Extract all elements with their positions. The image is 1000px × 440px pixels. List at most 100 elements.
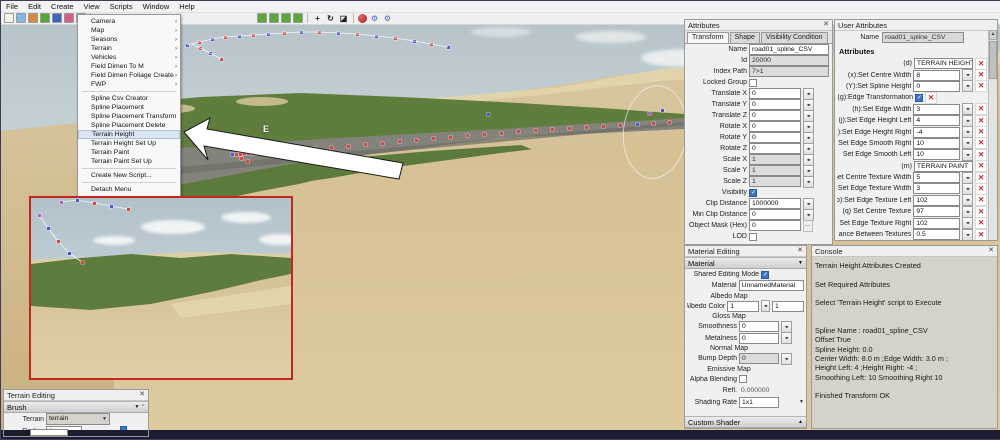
menu-item-spline-placement-transform[interactable]: Spline Placement Transform <box>78 112 180 121</box>
input-field[interactable]: 0 <box>739 321 779 332</box>
spline-point[interactable] <box>127 208 130 211</box>
favorites-icon[interactable] <box>64 13 74 23</box>
input-field[interactable]: 5 <box>913 172 960 183</box>
spinner-buttons[interactable]: ◂▸ <box>962 149 973 161</box>
menu-item-create-new-script[interactable]: Create New Script... <box>78 171 180 180</box>
foliage-erase-icon[interactable] <box>293 13 303 23</box>
input-field[interactable]: UnnamedMaterial <box>739 280 804 291</box>
spinner-buttons[interactable]: ◂▸ <box>761 300 770 312</box>
delete-attribute-button[interactable]: ✕ <box>975 172 987 184</box>
menubar-item-edit[interactable]: Edit <box>23 1 46 12</box>
menu-item-camera[interactable]: Camera› <box>78 17 180 26</box>
spline-point[interactable] <box>81 261 84 264</box>
spline-point[interactable] <box>76 199 79 202</box>
rotate-tool-icon[interactable]: ↻ <box>325 13 336 24</box>
filter-icon[interactable]: ▼ ⌃ <box>134 404 145 410</box>
close-icon[interactable]: ✕ <box>797 246 803 256</box>
input-field[interactable]: 0 <box>913 81 960 92</box>
input-field[interactable]: 0.5 <box>913 229 960 240</box>
scroll-thumb[interactable] <box>989 41 997 79</box>
close-icon[interactable]: ✕ <box>988 246 994 256</box>
menu-item-spline-placement[interactable]: Spline Placement <box>78 103 180 112</box>
delete-attribute-button[interactable]: ✕ <box>975 194 987 206</box>
scale-tool-icon[interactable]: ◪ <box>338 13 349 24</box>
delete-attribute-button[interactable]: ✕ <box>975 126 987 138</box>
spinner-buttons[interactable]: ◂▸ <box>781 332 792 344</box>
render-settings-icon[interactable]: ⚙ <box>369 13 380 24</box>
input-field[interactable]: 0 <box>739 333 779 344</box>
clipped-dropdown[interactable] <box>30 429 68 436</box>
checkbox[interactable] <box>749 233 757 241</box>
spinner-buttons[interactable]: ◂▸ <box>962 103 973 115</box>
material-section-bar[interactable]: Material ▼ <box>685 257 806 269</box>
menu-item-field-dimen-foliage-create[interactable]: Field Dimen Foliage Create› <box>78 71 180 80</box>
delete-attribute-button[interactable]: ✕ <box>975 217 987 229</box>
foliage-paint-icon[interactable] <box>257 13 267 23</box>
custom-shader-bar[interactable]: Custom Shader ▲ <box>685 416 806 428</box>
spline-point[interactable] <box>38 214 41 217</box>
tab-visibility-condition[interactable]: Visibility Condition <box>761 32 828 43</box>
spinner-buttons[interactable]: ◂▸ <box>962 217 973 229</box>
input-field[interactable]: 1 <box>772 301 804 312</box>
more-button[interactable]: … <box>803 220 813 232</box>
checkbox[interactable] <box>749 79 757 87</box>
scrollbar[interactable]: ▲ <box>988 30 997 240</box>
tab-transform[interactable]: Transform <box>687 32 729 43</box>
menu-item-terrain-paint[interactable]: Terrain Paint <box>78 148 180 157</box>
input-field[interactable]: 1 <box>727 301 759 312</box>
menu-item-vehicles[interactable]: Vehicles› <box>78 53 180 62</box>
name-field[interactable]: road01_spline_CSV <box>882 32 964 43</box>
spinner-buttons[interactable]: ◂▸ <box>803 176 814 188</box>
spinner-buttons[interactable]: ◂▸ <box>962 115 973 127</box>
menubar-item-scripts[interactable]: Scripts <box>105 1 138 12</box>
console-output[interactable]: Terrain Height Attributes Created Set Re… <box>812 257 997 404</box>
delete-attribute-button[interactable]: ✕ <box>975 58 987 70</box>
input-field[interactable]: 8 <box>913 70 960 81</box>
input-field[interactable]: 1 <box>749 176 801 187</box>
input-field[interactable]: 1 <box>749 154 801 165</box>
checkbox[interactable] <box>739 375 747 383</box>
delete-attribute-button[interactable]: ✕ <box>975 115 987 127</box>
input-field[interactable]: 97 <box>913 206 960 217</box>
input-field[interactable]: 0 <box>739 353 779 364</box>
input-field[interactable]: 0 <box>749 132 801 143</box>
menu-item-fwp[interactable]: FWP› <box>78 80 180 89</box>
spinner-buttons[interactable]: ◂▸ <box>781 353 792 365</box>
render-sphere-icon[interactable] <box>358 14 367 23</box>
spinner-buttons[interactable]: ◂▸ <box>962 194 973 206</box>
input-field[interactable]: TERRAIN PAINT <box>914 161 973 172</box>
spinner-buttons[interactable]: ◂▸ <box>962 80 973 92</box>
menu-item-spline-csv-creator[interactable]: Spline Csv Creator <box>78 94 180 103</box>
foliage-replace-icon[interactable] <box>281 13 291 23</box>
close-icon[interactable]: ✕ <box>823 20 829 30</box>
import-icon[interactable] <box>28 13 38 23</box>
menu-item-seasons[interactable]: Seasons› <box>78 35 180 44</box>
spinner-buttons[interactable]: ◂▸ <box>962 183 973 195</box>
new-file-icon[interactable] <box>4 13 14 23</box>
inset-viewport[interactable] <box>29 196 293 380</box>
input-field[interactable]: 3 <box>913 183 960 194</box>
spline-point[interactable] <box>110 205 113 208</box>
input-field[interactable]: 0 <box>749 99 801 110</box>
spline-point[interactable] <box>68 252 71 255</box>
delete-attribute-button[interactable]: ✕ <box>975 69 987 81</box>
input-field[interactable]: 1000000 <box>749 198 801 209</box>
menubar-item-window[interactable]: Window <box>138 1 175 12</box>
delete-attribute-button[interactable]: ✕ <box>975 229 987 241</box>
checkbox[interactable] <box>749 189 757 197</box>
input-field[interactable]: 0 <box>749 220 801 231</box>
input-field[interactable]: 10 <box>913 149 960 160</box>
menu-item-terrain[interactable]: Terrain› <box>78 44 180 53</box>
foliage-add-icon[interactable] <box>269 13 279 23</box>
spinner-buttons[interactable]: ◂▸ <box>781 321 792 333</box>
menubar-item-create[interactable]: Create <box>46 1 79 12</box>
open-folder-icon[interactable] <box>16 13 26 23</box>
delete-attribute-button[interactable]: ✕ <box>975 103 987 115</box>
input-field[interactable]: TERRAIN HEIGHT <box>914 58 973 69</box>
delete-attribute-button[interactable]: ✕ <box>925 92 937 104</box>
delete-attribute-button[interactable]: ✕ <box>975 80 987 92</box>
spline-point[interactable] <box>57 240 60 243</box>
move-tool-icon[interactable]: + <box>312 13 323 24</box>
brush-section-bar[interactable]: Brush ▼ ⌃ <box>4 401 148 413</box>
shared-editing-checkbox[interactable] <box>761 271 769 279</box>
